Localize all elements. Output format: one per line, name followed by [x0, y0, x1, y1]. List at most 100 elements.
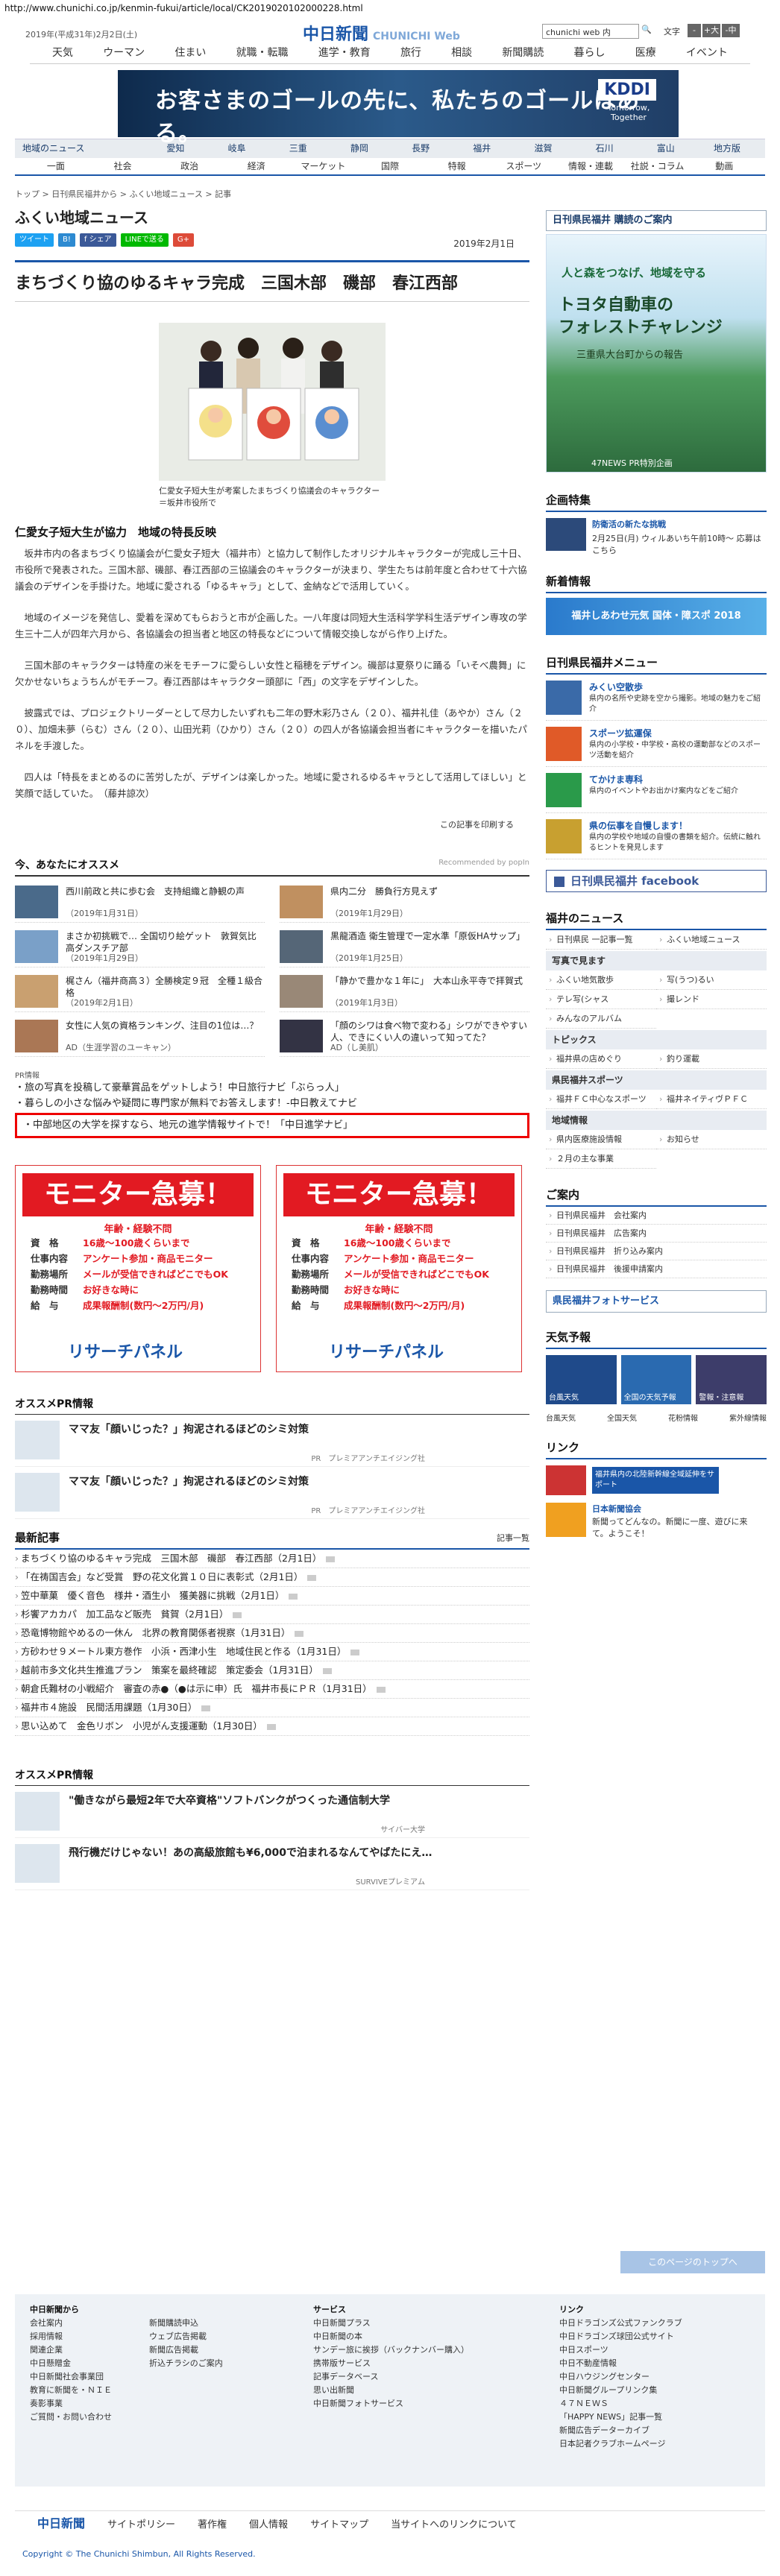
footer-link[interactable]: 記事データベース [313, 2370, 469, 2384]
global-nav-item[interactable]: 暮らし [574, 43, 606, 63]
share-button[interactable]: B! [58, 233, 75, 247]
ad-banner[interactable]: お客さまのゴールの先に、私たちのゴールはある。 KDDI Tomorrow, T… [15, 64, 765, 147]
print-link[interactable]: この記事を印刷する [440, 818, 514, 830]
kokutai-banner[interactable]: 福井しあわせ元気 国体・障スポ 2018 [546, 598, 767, 635]
article-photo[interactable] [159, 323, 386, 481]
latest-news-item[interactable]: 方砂わせ９メートル東方巻作 小浜・西津小生 地域住民と作る（1月31日） [15, 1643, 529, 1661]
photo-link[interactable]: ふくい地気散歩 [546, 970, 656, 990]
site-logo[interactable]: 中日新聞 CHUNICHI Web [303, 21, 460, 45]
global-nav-item[interactable]: 就職・転職 [236, 43, 289, 63]
footer-link[interactable]: 新聞購読申込 [149, 2317, 223, 2330]
footer-link[interactable]: 新聞広告データーカイブ [559, 2424, 682, 2437]
pr-link[interactable]: ・暮らしの小さな悩みや疑問に専門家が無料でお答えします！-中日教えてナビ [15, 1096, 529, 1111]
photo-link[interactable]: みんなのアルバム [546, 1009, 656, 1029]
footer-link[interactable]: 携帯版サービス [313, 2357, 469, 2370]
weather-link-national[interactable]: 全国天気 [607, 1412, 637, 1423]
global-nav-item[interactable]: ウーマン [103, 43, 145, 63]
footer-bar-link[interactable]: 著作権 [198, 2513, 227, 2538]
link-item-2[interactable]: 日本新聞協会 新聞ってどんなの。新聞に一度、遊びに来て。ようこそ！ [546, 1503, 767, 1544]
photo-service-banner[interactable]: 県民福井フォトサービス [546, 1290, 767, 1313]
footer-link[interactable]: 中日ドラゴンズ球団公式サイト [559, 2330, 682, 2343]
footer-link[interactable]: 「HAPPY NEWS」記事一覧 [559, 2411, 682, 2424]
footer-link[interactable]: 中日懸贈金 [30, 2357, 112, 2370]
footer-logo[interactable]: 中日新聞 [37, 2511, 85, 2536]
category-nav-item[interactable]: 一面 [22, 158, 89, 174]
category-nav-item[interactable]: 社会 [89, 158, 157, 174]
footer-link[interactable]: 折込チラシのご案内 [149, 2357, 223, 2370]
facebook-banner[interactable]: 日刊県民福井 facebook [546, 870, 767, 892]
search-icon[interactable]: 🔍 [641, 25, 652, 34]
recommend-item[interactable]: まさか初挑戦で… 全国切り絵ゲット 敦賀気比高ダンスチア部 （2019年1月29日… [15, 927, 265, 967]
pr-link[interactable]: ・旅の写真を投稿して豪華賞品をゲットしよう！中日旅行ナビ「ぶらっ人」 [15, 1080, 529, 1096]
annai-link[interactable]: 日刊県民福井 会社案内 [546, 1207, 767, 1225]
font-small-button[interactable]: - [688, 24, 701, 37]
annai-link[interactable]: 日刊県民福井 広告案内 [546, 1225, 767, 1243]
search-input[interactable]: chunichi web 内 [542, 24, 639, 39]
category-nav-item[interactable]: 社説・コラム [624, 158, 691, 174]
weather-link-pollen[interactable]: 花粉情報 [668, 1412, 698, 1423]
menu-item[interactable]: みくい空散歩 県内の名所や史跡を空から撮影。地域の魅力をご紹介 [546, 675, 767, 721]
footer-link[interactable]: 奏影事業 [30, 2397, 112, 2411]
recommend-item[interactable]: 「静かで豊かな１年に」 大本山永平寺で拝賀式 （2019年1月3日） [280, 972, 529, 1012]
share-button[interactable]: ツイート [15, 233, 54, 247]
font-normal-button[interactable]: -中 [722, 24, 740, 37]
footer-link[interactable]: 日本記者クラブホームページ [559, 2437, 682, 2451]
weather-link-uv[interactable]: 紫外線情報 [729, 1412, 767, 1423]
footer-link[interactable]: 中日スポーツ [559, 2343, 682, 2357]
footer-link[interactable]: 中日新聞プラス [313, 2317, 469, 2330]
recommend-item[interactable]: 梶さん（福井商高３）全勝検定９冠 全種１級合格 （2019年2月1日） [15, 972, 265, 1012]
photo-link[interactable]: 撮レンド [656, 990, 767, 1009]
share-button[interactable]: f シェア [79, 233, 116, 247]
recommend-item[interactable]: 黒龍酒造 衛生管理で一定水準「原仮HAサップ」 （2019年1月25日） [280, 927, 529, 967]
region-link[interactable]: ２月の主な事業 [546, 1149, 656, 1169]
weather-link-typhoon[interactable]: 台風天気 [546, 1412, 576, 1423]
latest-news-item[interactable]: 「在祷国吉会」など受賞 野の花文化賞１０日に表彰式（2月1日） [15, 1568, 529, 1587]
fukui-news-link[interactable]: ふくい地域ニュース [656, 930, 767, 950]
footer-link[interactable]: 新聞広告掲載 [149, 2343, 223, 2357]
footer-bar-link[interactable]: サイトマップ [310, 2513, 368, 2538]
latest-news-item[interactable]: 越前市多文化共生推進プラン 策案を最終確認 策定委会（1月31日） [15, 1661, 529, 1680]
subscribe-banner[interactable]: 日刊県民福井 購読のご案内 [546, 210, 767, 231]
latest-news-item[interactable]: まちづくり協のゆるキャラ完成 三国木部 磯部 春江西部（2月1日） [15, 1550, 529, 1568]
address-bar[interactable]: http://www.chunichi.co.jp/kenmin-fukui/a… [0, 0, 780, 18]
sports-link[interactable]: 福井ＦＣ中心なスポーツ [546, 1090, 656, 1109]
global-nav-item[interactable]: 旅行 [400, 43, 421, 63]
recommend-item[interactable]: 女性に人気の資格ランキング、注目の1位は…？ AD（生涯学習のユーキャン） [15, 1017, 265, 1057]
recommend-item[interactable]: 県内二分 勝負行方見えず （2019年1月29日） [280, 883, 529, 923]
global-nav-item[interactable]: イベント [686, 43, 728, 63]
share-button[interactable]: G+ [172, 233, 195, 247]
footer-link[interactable]: 中日不動産情報 [559, 2357, 682, 2370]
region-nav-item[interactable]: 地域のニュース [22, 139, 145, 158]
topics-link[interactable]: 福井県の店めぐり [546, 1049, 656, 1069]
footer-bar-link[interactable]: 当サイトへのリンクについて [391, 2513, 517, 2538]
category-nav-item[interactable]: 動画 [691, 158, 758, 174]
topics-link[interactable]: 釣り運載 [656, 1049, 767, 1069]
ospr-item[interactable]: ママ友「顔いじった？」拘泥されるほどのシミ対策 PR プレミアアンチエイジング社 [15, 1415, 529, 1467]
monitor-ad-1[interactable]: モニター急募！ 年齢・経験不問 資 格 16歳～100歳くらいまで 仕事内容 アンケー… [15, 1165, 261, 1372]
footer-link[interactable]: 教育に新聞を・ＮＩＥ [30, 2384, 112, 2397]
region-nav-item[interactable]: 地方版 [696, 139, 758, 158]
footer-link[interactable]: 思い出新聞 [313, 2384, 469, 2397]
footer-link[interactable]: ウェブ広告掲載 [149, 2330, 223, 2343]
global-nav-item[interactable]: 進学・教育 [318, 43, 371, 63]
global-nav-item[interactable]: 医療 [635, 43, 656, 63]
category-nav-item[interactable]: スポーツ [490, 158, 557, 174]
recommend-item[interactable]: 「顔のシワは食べ物で変わる」シワができやすい人、できにくい人の違いって知ってた？… [280, 1017, 529, 1057]
footer-bar-link[interactable]: 個人情報 [249, 2513, 288, 2538]
menu-item[interactable]: てかけま専科 県内のイベントやお出かけ案内などをご紹介 [546, 767, 767, 813]
footer-link[interactable]: 会社案内 [30, 2317, 112, 2330]
latest-news-item[interactable]: 思い込めて 金色リボン 小児がん支援運動（1月30日） [15, 1717, 529, 1736]
link-item-1[interactable]: 福井県内の北陸新幹線全域延伸をサポート [546, 1465, 767, 1498]
fukui-news-link[interactable]: 日刊県民 一記事一覧 [546, 930, 656, 950]
footer-link[interactable]: 中日ドラゴンズ公式ファンクラブ [559, 2317, 682, 2330]
global-nav-item[interactable]: 天気 [52, 43, 73, 63]
photo-link[interactable]: 写(うつ)るい [656, 970, 767, 990]
category-nav-item[interactable]: 国際 [356, 158, 424, 174]
share-button[interactable]: LINEで送る [120, 233, 169, 247]
photo-link[interactable]: テレ写(シャス [546, 990, 656, 1009]
sports-link[interactable]: 福井ネイティヴＰＦＣ [656, 1090, 767, 1109]
menu-item[interactable]: スポーツ拡運保 県内の小学校・中学校・高校の運動部などのスポーツ活動を紹介 [546, 721, 767, 767]
menu-item[interactable]: 県の伝事を自慢します！ 県内の学校や地域の自慢の書類を紹介。伝統に触れるヒントを発… [546, 813, 767, 859]
footer-link[interactable]: 中日ハウジングセンター [559, 2370, 682, 2384]
latest-news-item[interactable]: 福井市４施設 民間活用課題（1月30日） [15, 1699, 529, 1717]
